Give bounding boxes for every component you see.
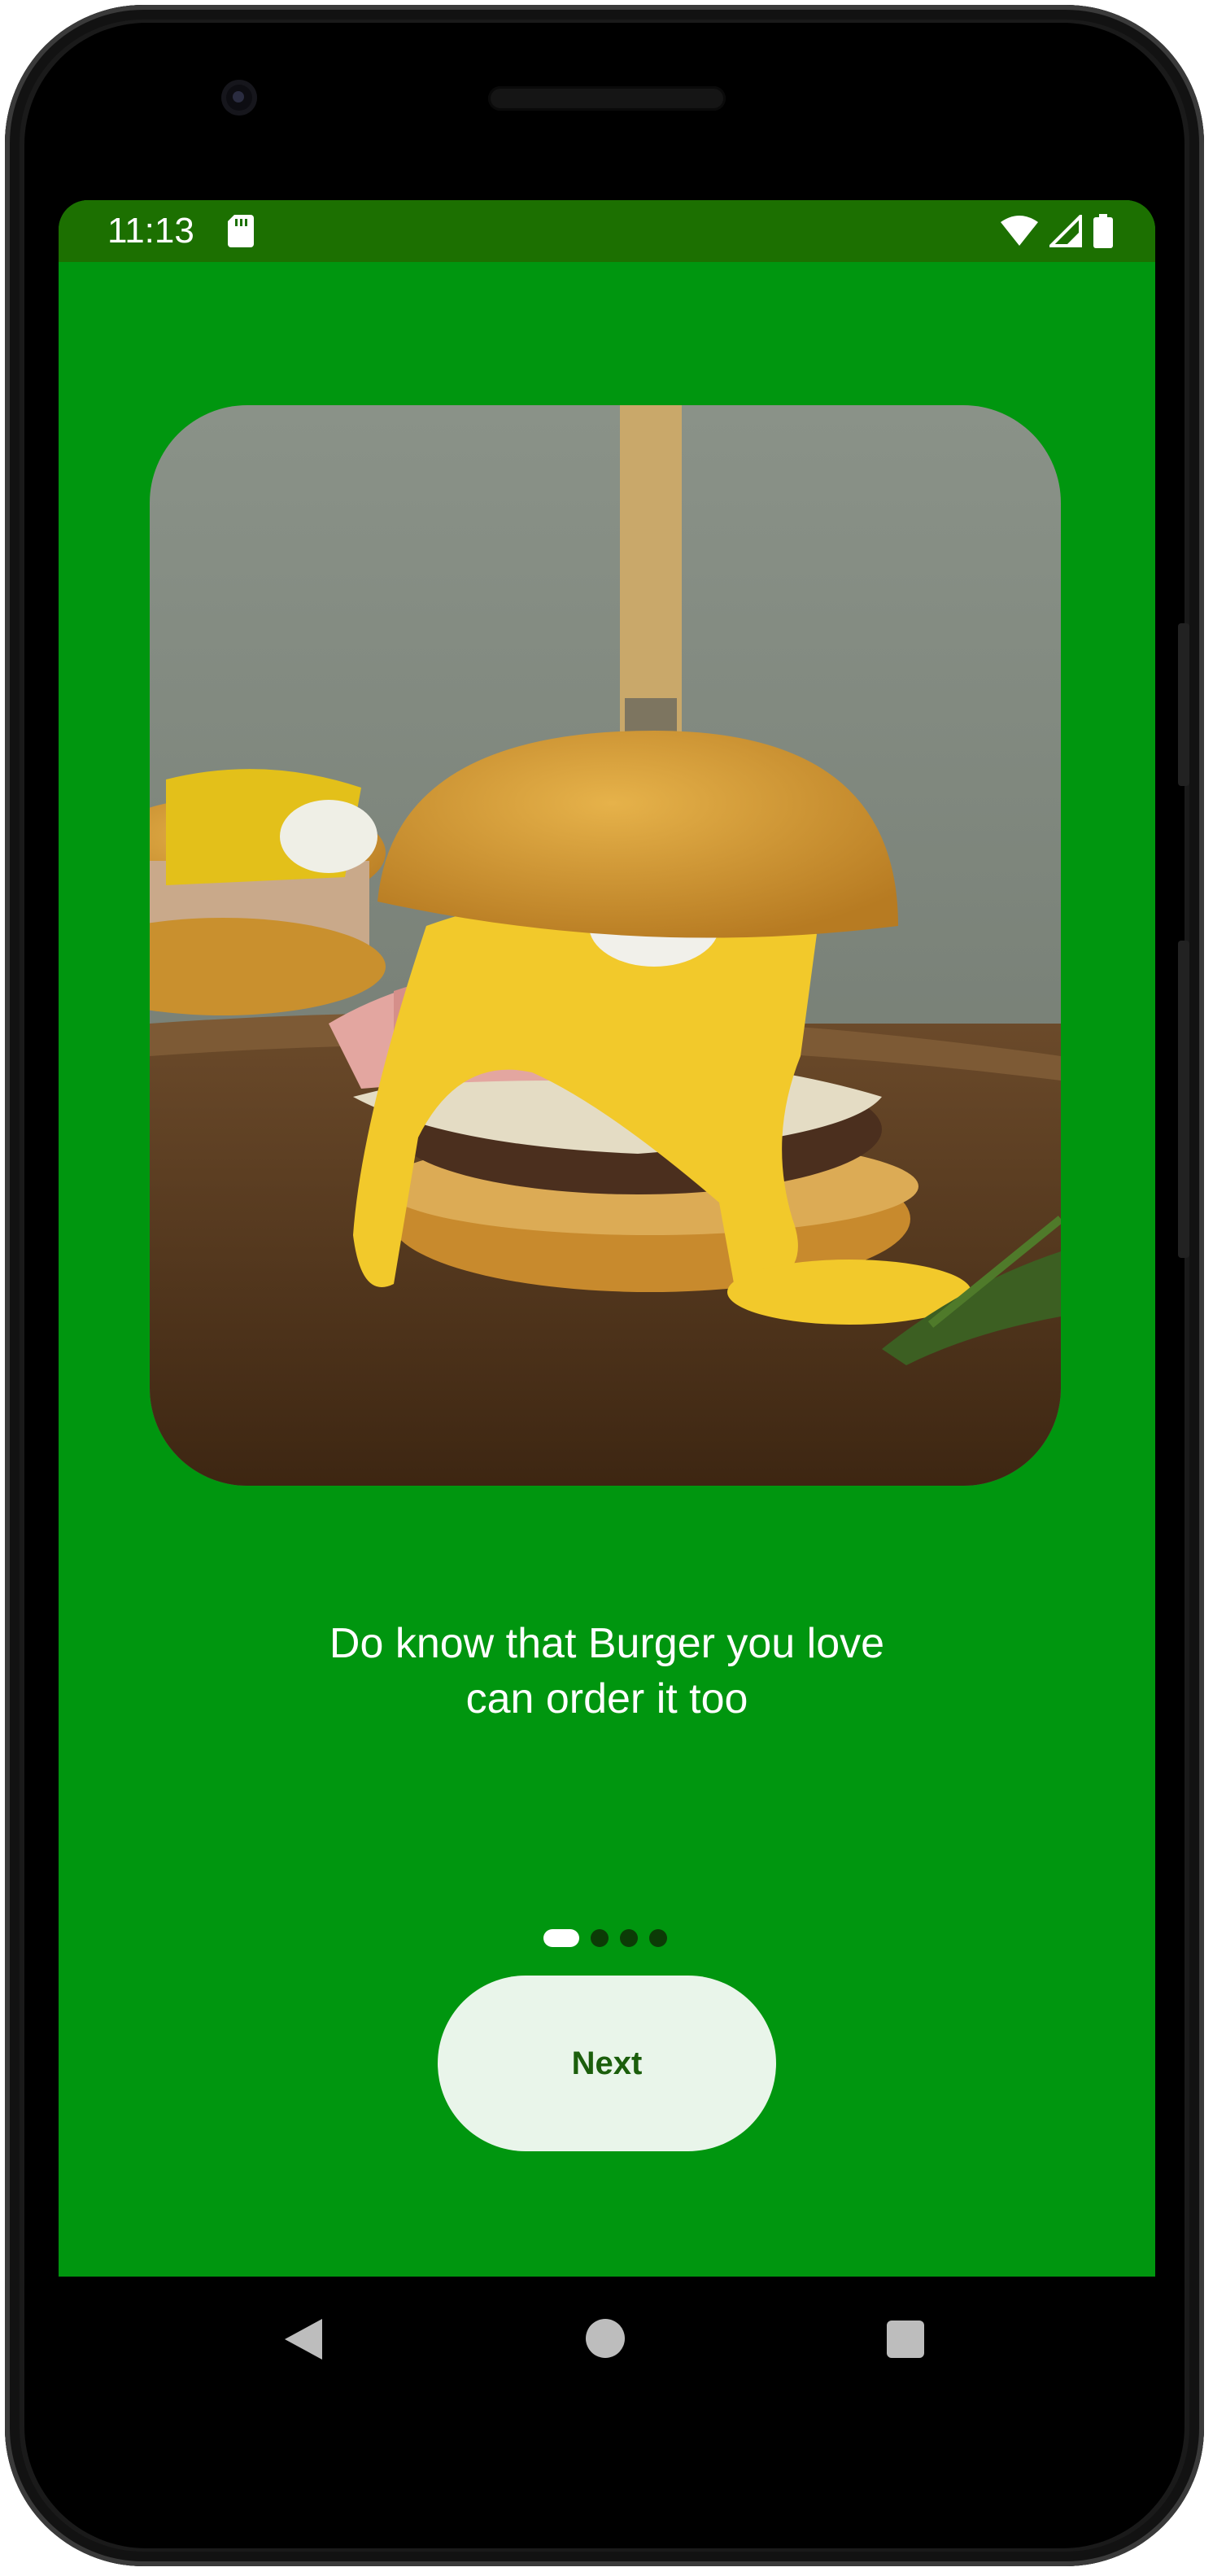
cellular-signal-icon (1049, 215, 1082, 247)
wifi-icon (1001, 216, 1038, 246)
next-button[interactable]: Next (438, 1976, 776, 2151)
front-camera (221, 80, 257, 116)
volume-button (1178, 941, 1189, 1258)
navigation-bar (59, 2277, 1155, 2399)
page-indicator-dot (649, 1929, 667, 1947)
back-icon[interactable] (285, 2319, 322, 2360)
page-indicator-dot-active (543, 1929, 579, 1947)
page-indicator-dot (620, 1929, 638, 1947)
earpiece-speaker (488, 86, 726, 111)
recents-icon[interactable] (887, 2321, 924, 2358)
page-indicator-dot (591, 1929, 609, 1947)
burger-photo (150, 405, 1061, 1486)
sd-card-icon (228, 215, 254, 247)
home-icon[interactable] (586, 2319, 625, 2358)
onboarding-screen: 11:13 Do know that Burger you love can o… (59, 200, 1155, 2277)
burger-image (150, 405, 1061, 1486)
page-indicator (543, 1928, 667, 1948)
power-button (1178, 623, 1189, 786)
status-time: 11:13 (107, 211, 194, 251)
status-bar: 11:13 (59, 200, 1155, 262)
status-icons (1001, 212, 1113, 251)
battery-icon (1093, 214, 1113, 248)
onboarding-caption: Do know that Burger you love can order i… (329, 1620, 885, 1722)
